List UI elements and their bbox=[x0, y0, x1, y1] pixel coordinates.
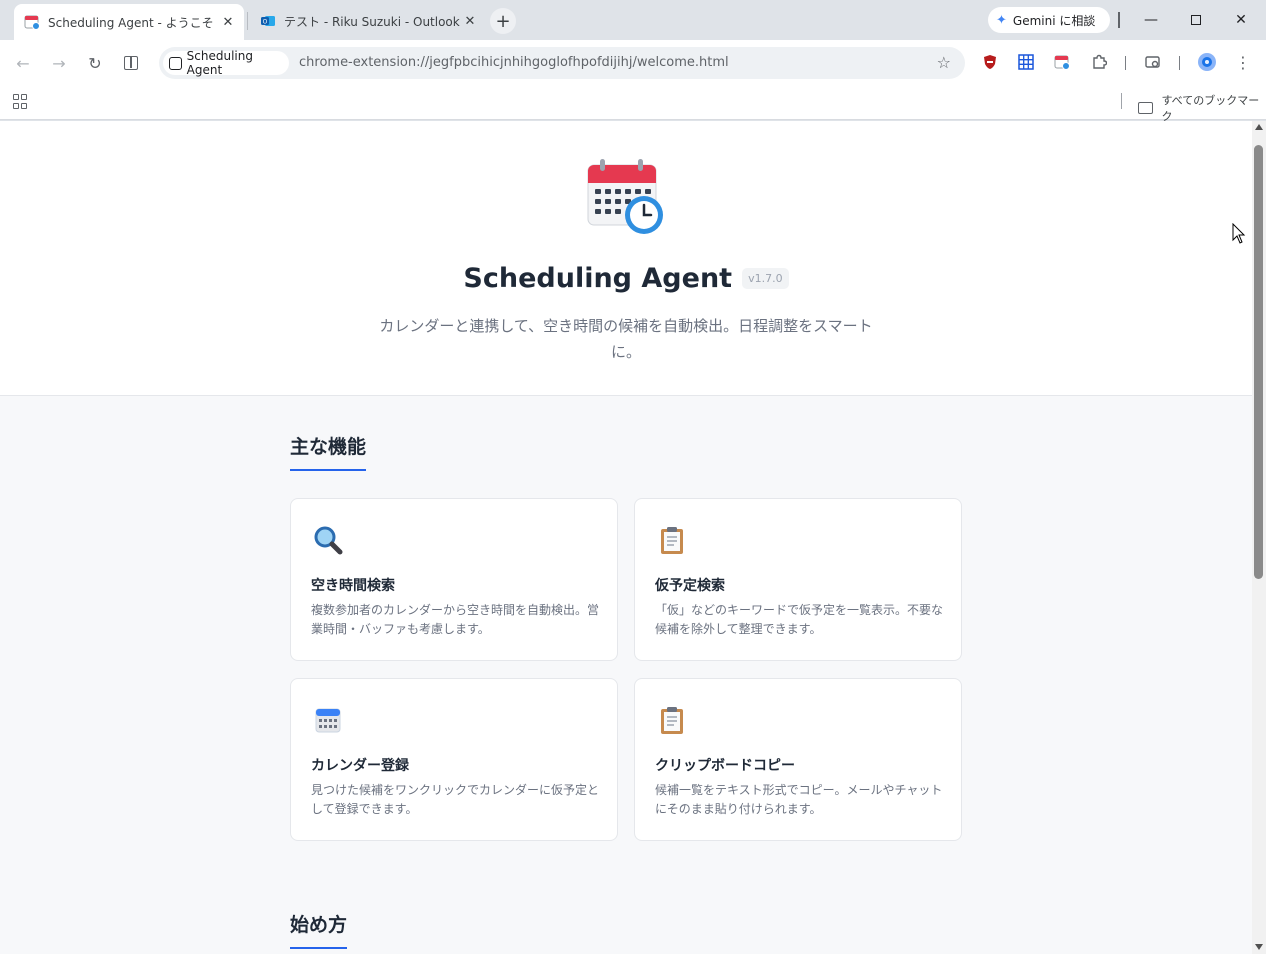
scroll-thumb[interactable] bbox=[1254, 145, 1263, 579]
feature-description: 候補一覧をテキスト形式でコピー。メールやチャットにそのまま貼り付けられます。 bbox=[655, 783, 943, 816]
reload-icon[interactable]: ↻ bbox=[83, 51, 107, 75]
feature-description: 複数参加者のカレンダーから空き時間を自動検出。営業時間・バッファも考慮します。 bbox=[311, 603, 600, 636]
mouse-cursor-icon bbox=[1232, 222, 1246, 245]
url-text[interactable]: chrome-extension://jegfpbcihicjnhihgoglo… bbox=[299, 55, 729, 70]
feature-card: カレンダー登録 見つけた候補をワンクリックでカレンダーに仮予定として登録できます… bbox=[290, 678, 618, 841]
close-tab-icon[interactable]: ✕ bbox=[460, 11, 480, 31]
extensions-puzzle-icon[interactable] bbox=[1089, 52, 1109, 72]
apps-grid-icon[interactable] bbox=[13, 94, 29, 110]
calendar-favicon-icon bbox=[24, 14, 40, 30]
profile-avatar[interactable] bbox=[1197, 52, 1217, 72]
gemini-label: Gemini に相談 bbox=[1012, 13, 1096, 28]
close-tab-icon[interactable]: ✕ bbox=[218, 12, 238, 32]
tab-search-icon[interactable] bbox=[1143, 52, 1163, 72]
version-badge: v1.7.0 bbox=[742, 268, 789, 289]
all-bookmarks-label: すべてのブックマーク bbox=[1161, 94, 1260, 123]
side-panel-icon[interactable] bbox=[119, 51, 143, 75]
bookmarks-bar: すべてのブックマーク bbox=[0, 86, 1266, 123]
extension-puzzle-icon bbox=[169, 56, 182, 70]
feature-description: 見つけた候補をワンクリックでカレンダーに仮予定として登録できます。 bbox=[311, 783, 600, 816]
divider bbox=[1179, 56, 1180, 70]
divider bbox=[1121, 93, 1122, 109]
feature-title: クリップボードコピー bbox=[655, 758, 795, 774]
feature-description: 「仮」などのキーワードで仮予定を一覧表示。不要な候補を除外して整理できます。 bbox=[655, 603, 944, 636]
folder-icon bbox=[1138, 102, 1154, 114]
tab-scheduling-agent[interactable]: Scheduling Agent - ようこそ ✕ bbox=[14, 4, 244, 40]
toolbar: ← → ↻ Scheduling Agent chrome-extension:… bbox=[0, 40, 1266, 86]
feature-card: 仮予定検索 「仮」などのキーワードで仮予定を一覧表示。不要な候補を除外して整理で… bbox=[634, 498, 962, 661]
tab-divider bbox=[247, 12, 248, 30]
clipboard-icon bbox=[657, 525, 687, 555]
feature-title: カレンダー登録 bbox=[311, 758, 409, 774]
new-tab-button[interactable]: + bbox=[490, 8, 516, 34]
tagline: カレンダーと連携して、空き時間の候補を自動検出。日程調整をスマートに。 bbox=[379, 317, 873, 361]
maximize-icon[interactable] bbox=[1184, 8, 1208, 32]
page-scrollbar[interactable] bbox=[1252, 121, 1266, 954]
clipboard-icon bbox=[657, 705, 687, 735]
page-title: Scheduling Agent bbox=[463, 263, 733, 294]
hero-title-row: Scheduling Agent v1.7.0 bbox=[0, 263, 1252, 294]
page-content: Scheduling Agent v1.7.0 カレンダーと連携して、空き時間の… bbox=[0, 121, 1252, 954]
calendar-icon bbox=[313, 705, 343, 735]
tab-outlook[interactable]: O テスト - Riku Suzuki - Outlook ✕ bbox=[250, 6, 486, 36]
scroll-down-arrow-icon[interactable] bbox=[1255, 944, 1263, 950]
gemini-sparkle-icon: ✦ bbox=[996, 12, 1007, 28]
more-menu-icon[interactable]: ⋮ bbox=[1233, 52, 1253, 72]
getting-started-heading: 始め方 bbox=[290, 910, 348, 949]
hero-section: Scheduling Agent v1.7.0 カレンダーと連携して、空き時間の… bbox=[0, 121, 1252, 396]
divider bbox=[1118, 12, 1120, 28]
calendar-clock-logo-icon bbox=[586, 157, 666, 237]
minimize-icon[interactable]: — bbox=[1139, 8, 1163, 32]
forward-arrow-icon[interactable]: → bbox=[47, 51, 71, 75]
feature-title: 仮予定検索 bbox=[655, 578, 725, 594]
feature-title: 空き時間検索 bbox=[311, 578, 395, 594]
features-heading: 主な機能 bbox=[290, 432, 367, 471]
back-arrow-icon[interactable]: ← bbox=[11, 51, 35, 75]
close-window-icon[interactable]: ✕ bbox=[1229, 8, 1253, 32]
shield-extension-icon[interactable] bbox=[980, 52, 1000, 72]
outlook-favicon-icon: O bbox=[260, 13, 276, 29]
magnifier-icon bbox=[313, 525, 343, 555]
calendar-extension-icon[interactable] bbox=[1052, 52, 1072, 72]
tab-strip: Scheduling Agent - ようこそ ✕ O テスト - Riku S… bbox=[0, 0, 1266, 40]
tab-title: テスト - Riku Suzuki - Outlook bbox=[284, 14, 460, 29]
scroll-up-arrow-icon[interactable] bbox=[1255, 124, 1263, 130]
feature-card: 空き時間検索 複数参加者のカレンダーから空き時間を自動検出。営業時間・バッファも… bbox=[290, 498, 618, 661]
grid-extension-icon[interactable] bbox=[1016, 52, 1036, 72]
all-bookmarks-button[interactable]: すべてのブックマーク bbox=[1138, 92, 1266, 124]
svg-text:O: O bbox=[263, 19, 268, 26]
address-bar[interactable]: Scheduling Agent chrome-extension://jegf… bbox=[159, 47, 965, 79]
divider bbox=[1125, 56, 1126, 70]
site-info-chip[interactable]: Scheduling Agent bbox=[163, 49, 289, 77]
site-chip-label: Scheduling Agent bbox=[186, 49, 253, 77]
feature-card: クリップボードコピー 候補一覧をテキスト形式でコピー。メールやチャットにそのまま… bbox=[634, 678, 962, 841]
tab-title: Scheduling Agent - ようこそ bbox=[48, 15, 214, 30]
bookmark-star-icon[interactable]: ☆ bbox=[937, 53, 951, 72]
gemini-button[interactable]: ✦ Gemini に相談 bbox=[988, 7, 1110, 33]
